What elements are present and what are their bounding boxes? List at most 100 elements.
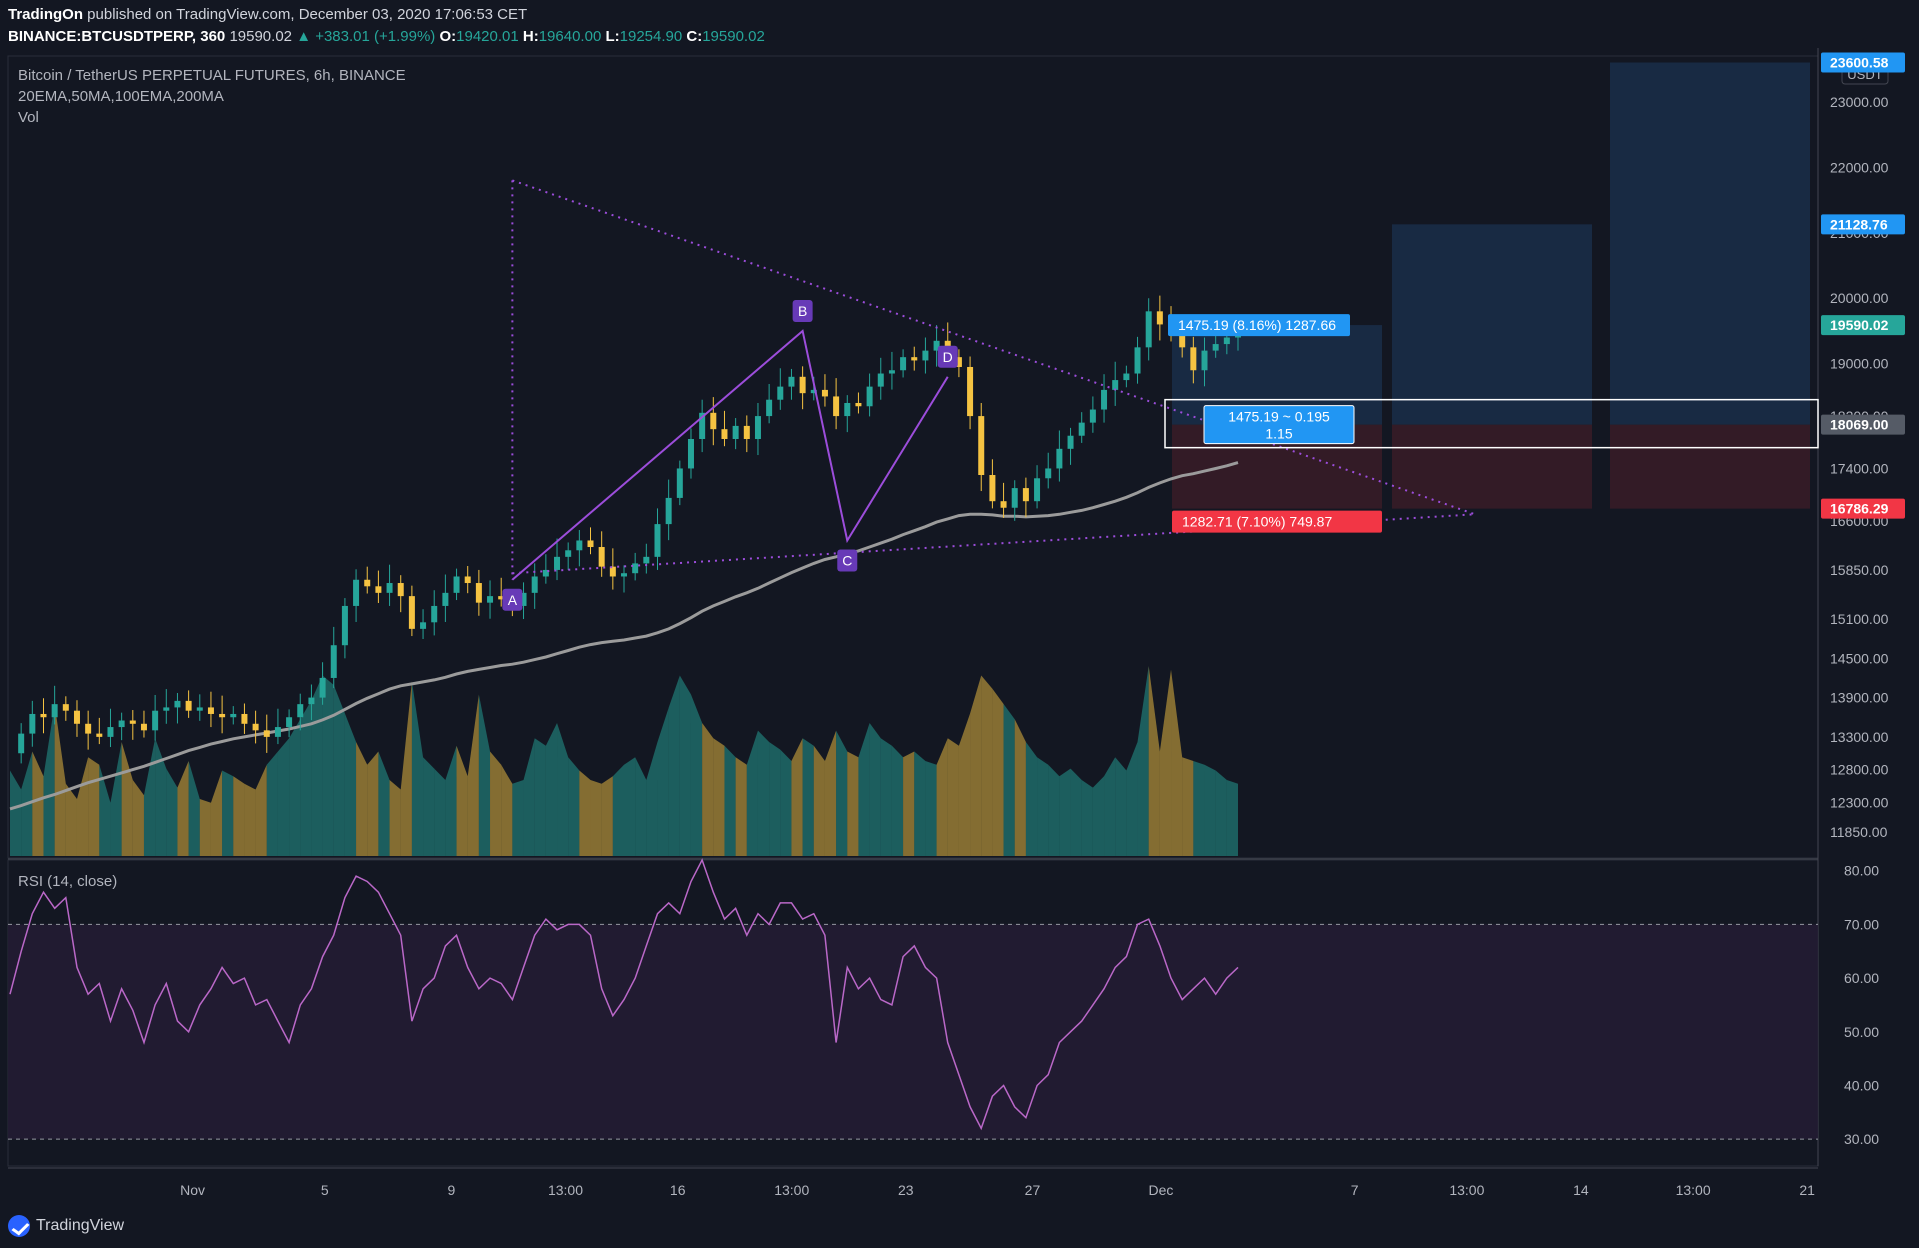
candle-body — [743, 425, 750, 439]
volume-segment — [824, 730, 837, 856]
volume-segment — [400, 681, 412, 856]
symbol-name[interactable]: BINANCE:BTCUSDTPERP, 360 — [8, 28, 225, 45]
volume-segment — [244, 783, 256, 856]
low-value: 19254.90 — [619, 28, 683, 45]
time-axis-label: 13:00 — [548, 1182, 583, 1198]
candle-body — [732, 425, 739, 439]
candle-body — [386, 583, 393, 593]
high-value: 19640.00 — [538, 28, 602, 45]
candle-body — [364, 579, 371, 587]
legend-rsi[interactable]: RSI (14, close) — [18, 873, 117, 890]
volume-segment — [88, 757, 100, 856]
volume-segment — [802, 738, 814, 856]
volume-segment — [166, 768, 178, 856]
volume-segment — [590, 780, 602, 856]
pattern-point-label-d: D — [943, 349, 953, 365]
time-axis-label: 7 — [1351, 1182, 1359, 1198]
volume-segment — [434, 768, 446, 856]
candle-body — [185, 700, 192, 711]
chart-canvas[interactable]: A B C D 1475.19 (8.16%) 1287.66 1282.71 (7.10… — [0, 48, 1919, 1213]
stop-label: 1282.71 (7.10%) 749.87 — [1182, 514, 1332, 530]
candle-body — [453, 576, 460, 593]
candle-body — [598, 547, 605, 567]
time-axis-label: 21 — [1799, 1182, 1815, 1198]
published-text: published on TradingView.com, December 0… — [87, 6, 528, 23]
volume-segment — [1115, 757, 1127, 856]
candle-body — [877, 373, 884, 387]
volume-segment — [836, 730, 848, 856]
volume-segment — [925, 761, 937, 856]
symbol-info: BINANCE:BTCUSDTPERP, 360 19590.02 ▲ +383… — [8, 28, 765, 45]
volume-segment — [858, 723, 870, 856]
footer-brand[interactable]: TradingView — [8, 1215, 124, 1237]
candle-body — [319, 677, 326, 698]
volume-segment — [367, 751, 379, 856]
publisher-name[interactable]: TradingOn — [8, 6, 83, 23]
time-axis-label: 23 — [898, 1182, 914, 1198]
candle-body — [73, 710, 80, 724]
volume-segment — [635, 757, 647, 856]
price-tick-label: 19000.00 — [1830, 356, 1889, 372]
volume-segment — [1148, 666, 1160, 856]
volume-segment — [277, 738, 290, 856]
volume-segment — [188, 761, 200, 856]
candle-body — [1223, 337, 1230, 345]
candle-body — [1022, 488, 1029, 502]
volume-segment — [1215, 770, 1227, 856]
volume-segment — [657, 707, 669, 856]
candle-body — [587, 540, 594, 548]
price-tick-label: 13300.00 — [1830, 729, 1889, 745]
projection-stop-zone — [1610, 424, 1810, 509]
legend-volume[interactable]: Vol — [18, 109, 39, 126]
time-axis-label: Nov — [180, 1182, 205, 1198]
volume-segment — [1171, 669, 1183, 856]
time-axis-label: 27 — [1025, 1182, 1041, 1198]
time-axis-label: Dec — [1149, 1182, 1174, 1198]
candle-body — [888, 370, 895, 374]
volume-segment — [1226, 780, 1238, 856]
candle-body — [62, 704, 69, 711]
time-axis-label: 13:00 — [774, 1182, 809, 1198]
price-badge-label: 16786.29 — [1830, 501, 1889, 517]
candle-body — [1000, 501, 1007, 508]
candle-body — [375, 586, 382, 593]
candle-body — [766, 399, 773, 417]
volume-segment — [534, 738, 546, 856]
candle-body — [676, 468, 683, 498]
candle-body — [107, 727, 114, 737]
time-axis-label: 5 — [321, 1182, 329, 1198]
price-tick-label: 17400.00 — [1830, 460, 1889, 476]
rsi-band-fill — [8, 924, 1818, 1140]
high-label: H: — [522, 28, 539, 45]
volume-segment — [1081, 780, 1093, 856]
volume-segment — [155, 738, 167, 856]
volume-segment — [501, 764, 513, 856]
candle-body — [420, 622, 427, 629]
candle-body — [821, 389, 828, 397]
legend-title[interactable]: Bitcoin / TetherUS PERPETUAL FUTURES, 6h… — [18, 67, 406, 84]
volume-segment — [32, 751, 44, 856]
volume-segment — [1059, 768, 1071, 856]
volume-segment — [10, 770, 22, 856]
volume-segment — [780, 749, 792, 856]
volume-segment — [1092, 776, 1105, 856]
volume-segment — [914, 751, 926, 856]
candle-body — [1145, 311, 1152, 348]
open-value: 19420.01 — [456, 28, 519, 45]
volume-segment — [936, 738, 948, 856]
volume-segment — [668, 675, 680, 856]
candle-body — [967, 366, 974, 417]
candle-body — [241, 713, 248, 724]
time-axis-label: 16 — [670, 1182, 686, 1198]
pattern-point-label-b: B — [798, 303, 807, 319]
candle-body — [487, 596, 494, 603]
volume-segment — [65, 783, 77, 856]
last-price: 19590.02 — [229, 28, 293, 45]
candle-body — [174, 700, 181, 708]
volume-segment — [992, 688, 1004, 856]
volume-segment — [947, 738, 959, 856]
legend-indicators[interactable]: 20EMA,50MA,100EMA,200MA — [18, 88, 224, 105]
candle-body — [140, 723, 147, 731]
volume-segment — [523, 738, 535, 856]
candle-body — [833, 396, 840, 417]
